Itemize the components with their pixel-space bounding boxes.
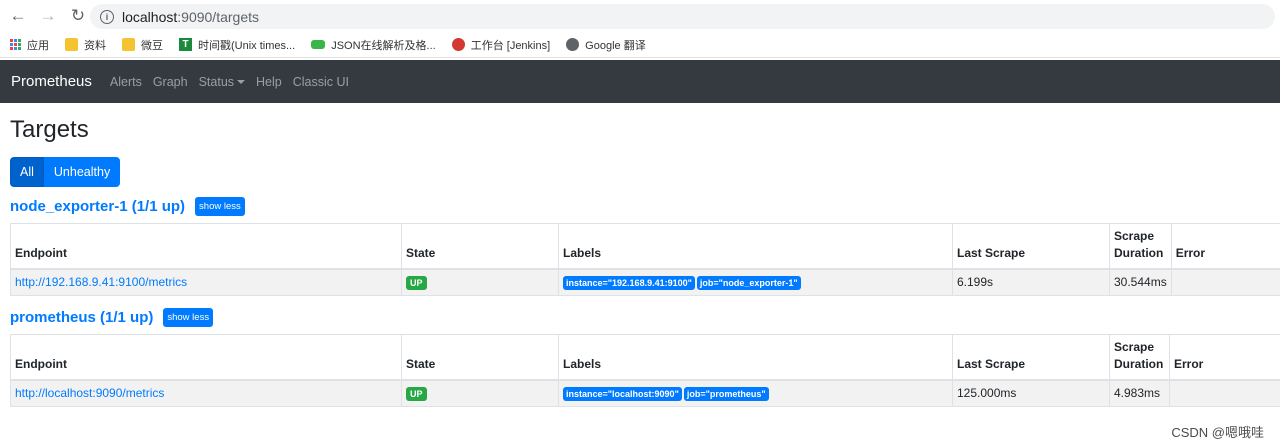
bookmark-label: 应用: [27, 39, 49, 52]
url-host: localhost: [122, 8, 178, 25]
nav-status[interactable]: Status: [198, 74, 246, 89]
time-icon: T: [179, 38, 192, 51]
error-cell: [1169, 379, 1280, 407]
bookmark-json[interactable]: JSON在线解析及格...: [311, 34, 436, 56]
scrape-duration-cell: 4.983ms: [1109, 379, 1170, 407]
show-less-button[interactable]: show less: [195, 197, 245, 216]
col-last-scrape: Last Scrape: [952, 334, 1110, 381]
endpoint-cell: http://192.168.9.41:9100/metrics: [10, 268, 402, 296]
brand-link[interactable]: Prometheus: [11, 73, 92, 90]
browser-toolbar: ← → ↻ i localhost:9090/targets: [0, 0, 1280, 32]
nav-graph[interactable]: Graph: [153, 75, 188, 89]
bookmark-label: 资料: [84, 39, 106, 52]
endpoint-link[interactable]: http://192.168.9.41:9100/metrics: [15, 275, 187, 289]
bookmark-label: 微豆: [141, 39, 163, 52]
col-last-scrape: Last Scrape: [952, 223, 1110, 270]
caret-down-icon: [237, 79, 246, 84]
nav-status-label: Status: [198, 74, 235, 89]
table-row: http://192.168.9.41:9100/metrics UP inst…: [10, 268, 1280, 296]
nav-classic-ui[interactable]: Classic UI: [293, 75, 349, 89]
filter-button-group: All Unhealthy: [10, 157, 121, 187]
bookmark-label: Google 翻译: [585, 39, 646, 52]
label-badge-instance: instance="localhost:9090": [563, 387, 682, 402]
table-row: http://localhost:9090/metrics UP instanc…: [10, 379, 1280, 407]
col-state: State: [401, 334, 559, 381]
col-scrape-duration: Scrape Duration: [1109, 223, 1172, 270]
bookmark-ziliao[interactable]: 资料: [65, 34, 106, 56]
col-labels: Labels: [558, 334, 953, 381]
label-badge-job: job="node_exporter-1": [696, 276, 801, 291]
col-scrape-duration-line2: Duration: [1114, 356, 1164, 371]
targets-table-prometheus: Endpoint State Labels Last Scrape Scrape…: [10, 334, 1280, 407]
scrape-duration-cell: 30.544ms: [1109, 268, 1172, 296]
bookmark-timestamp[interactable]: T 时间戳(Unix times...: [179, 34, 295, 56]
filter-unhealthy-button[interactable]: Unhealthy: [43, 157, 121, 187]
bookmark-jenkins[interactable]: 工作台 [Jenkins]: [451, 34, 551, 56]
col-scrape-duration: Scrape Duration: [1109, 334, 1170, 381]
bookmark-apps[interactable]: 应用: [10, 34, 49, 56]
nav-help[interactable]: Help: [256, 75, 282, 89]
label-badge-instance: instance="192.168.9.41:9100": [563, 276, 695, 291]
col-endpoint: Endpoint: [10, 223, 402, 270]
page-title: Targets: [10, 116, 89, 143]
state-badge: UP: [406, 387, 427, 402]
nav-alerts[interactable]: Alerts: [110, 75, 142, 89]
forward-arrow-icon[interactable]: →: [36, 4, 60, 28]
last-scrape-cell: 125.000ms: [952, 379, 1110, 407]
filter-all-button[interactable]: All: [10, 157, 44, 187]
reload-icon[interactable]: ↻: [66, 4, 90, 28]
job-header-node-exporter: node_exporter-1 (1/1 up) show less: [10, 197, 245, 216]
json-icon: [311, 40, 326, 49]
bookmark-label: 时间戳(Unix times...: [198, 39, 296, 52]
label-badge-job: job="prometheus": [683, 387, 769, 402]
labels-cell: instance="192.168.9.41:9100" job="node_ex…: [558, 268, 953, 296]
bookmarks-bar: 应用 资料 微豆 T 时间戳(Unix times... JSON在线解析及格.…: [0, 32, 1280, 58]
folder-icon: [65, 38, 78, 51]
bookmark-google-translate[interactable]: Google 翻译: [566, 34, 646, 56]
url-path: :9090/targets: [177, 8, 259, 25]
watermark: CSDN @嗯哦哇: [1171, 425, 1264, 440]
endpoint-link[interactable]: http://localhost:9090/metrics: [15, 386, 164, 400]
col-error: Error: [1171, 223, 1280, 270]
col-scrape-duration-line1: Scrape: [1114, 228, 1155, 243]
col-labels: Labels: [558, 223, 953, 270]
table-header-row: Endpoint State Labels Last Scrape Scrape…: [10, 334, 1280, 381]
bookmark-weidou[interactable]: 微豆: [122, 34, 163, 56]
back-arrow-icon[interactable]: ←: [6, 4, 30, 28]
job-header-prometheus: prometheus (1/1 up) show less: [10, 308, 214, 327]
error-cell: [1171, 268, 1280, 296]
prometheus-navbar: Prometheus Alerts Graph Status Help Clas…: [0, 60, 1280, 103]
folder-icon: [122, 38, 135, 51]
col-endpoint: Endpoint: [10, 334, 402, 381]
google-icon: [566, 38, 580, 51]
site-info-icon[interactable]: i: [100, 9, 114, 24]
col-scrape-duration-line2: Duration: [1114, 245, 1164, 260]
targets-table-node-exporter: Endpoint State Labels Last Scrape Scrape…: [10, 223, 1280, 296]
endpoint-cell: http://localhost:9090/metrics: [10, 379, 402, 407]
state-badge: UP: [406, 276, 427, 291]
col-scrape-duration-line1: Scrape: [1114, 339, 1155, 354]
state-cell: UP: [401, 379, 559, 407]
bookmark-label: 工作台 [Jenkins]: [470, 39, 551, 52]
apps-grid-icon: [10, 39, 21, 50]
bookmark-label: JSON在线解析及格...: [331, 39, 436, 52]
table-header-row: Endpoint State Labels Last Scrape Scrape…: [10, 223, 1280, 270]
state-cell: UP: [401, 268, 559, 296]
jenkins-icon: [451, 38, 465, 51]
job-title[interactable]: node_exporter-1 (1/1 up): [10, 198, 185, 215]
job-title[interactable]: prometheus (1/1 up): [10, 309, 153, 326]
col-state: State: [401, 223, 559, 270]
col-error: Error: [1169, 334, 1280, 381]
show-less-button[interactable]: show less: [163, 308, 214, 327]
address-bar[interactable]: i localhost:9090/targets: [90, 4, 1275, 29]
labels-cell: instance="localhost:9090" job="prometheus…: [558, 379, 953, 407]
last-scrape-cell: 6.199s: [952, 268, 1110, 296]
